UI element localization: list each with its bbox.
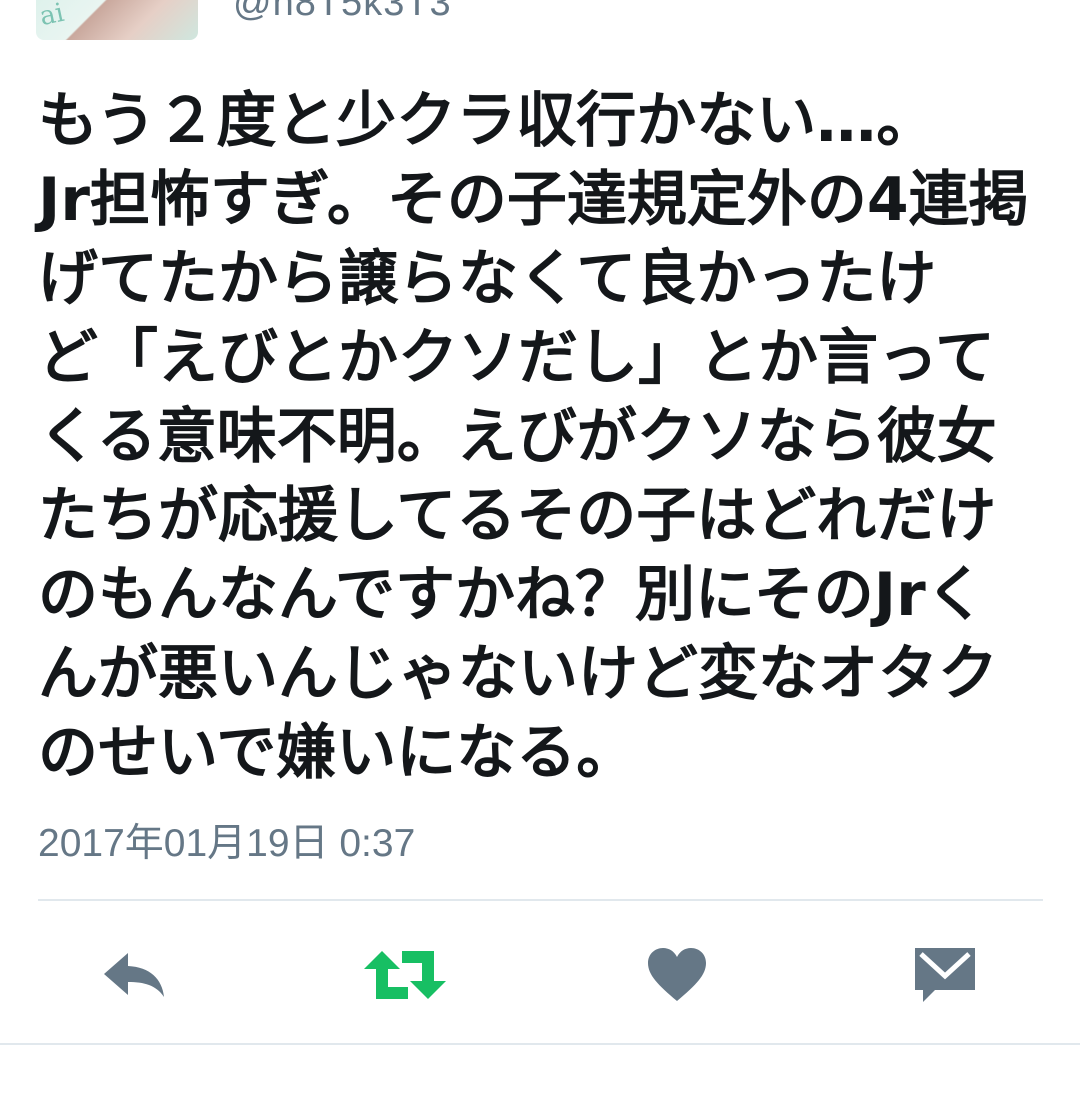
retweet-button[interactable] [360, 930, 450, 1020]
user-handle[interactable]: @h8T5k3T3 [233, 0, 452, 25]
like-button[interactable] [632, 930, 722, 1020]
reply-button[interactable] [90, 930, 180, 1020]
envelope-icon [915, 948, 975, 1002]
retweet-icon [364, 951, 446, 999]
avatar-text: ai [37, 0, 67, 33]
avatar[interactable]: ai [36, 0, 198, 40]
tweet-text: もう２度と少クラ収行かない…。 Jr担怖すぎ。その子達規定外の4連掲 げてたから… [38, 86, 1029, 788]
heart-icon [648, 948, 706, 1001]
reply-icon [104, 953, 164, 997]
direct-message-button[interactable] [900, 930, 990, 1020]
divider [38, 899, 1043, 901]
tweet-timestamp: 2017年01月19日 0:37 [38, 822, 416, 865]
tweet-actions [0, 930, 1080, 1020]
divider [0, 1043, 1080, 1045]
